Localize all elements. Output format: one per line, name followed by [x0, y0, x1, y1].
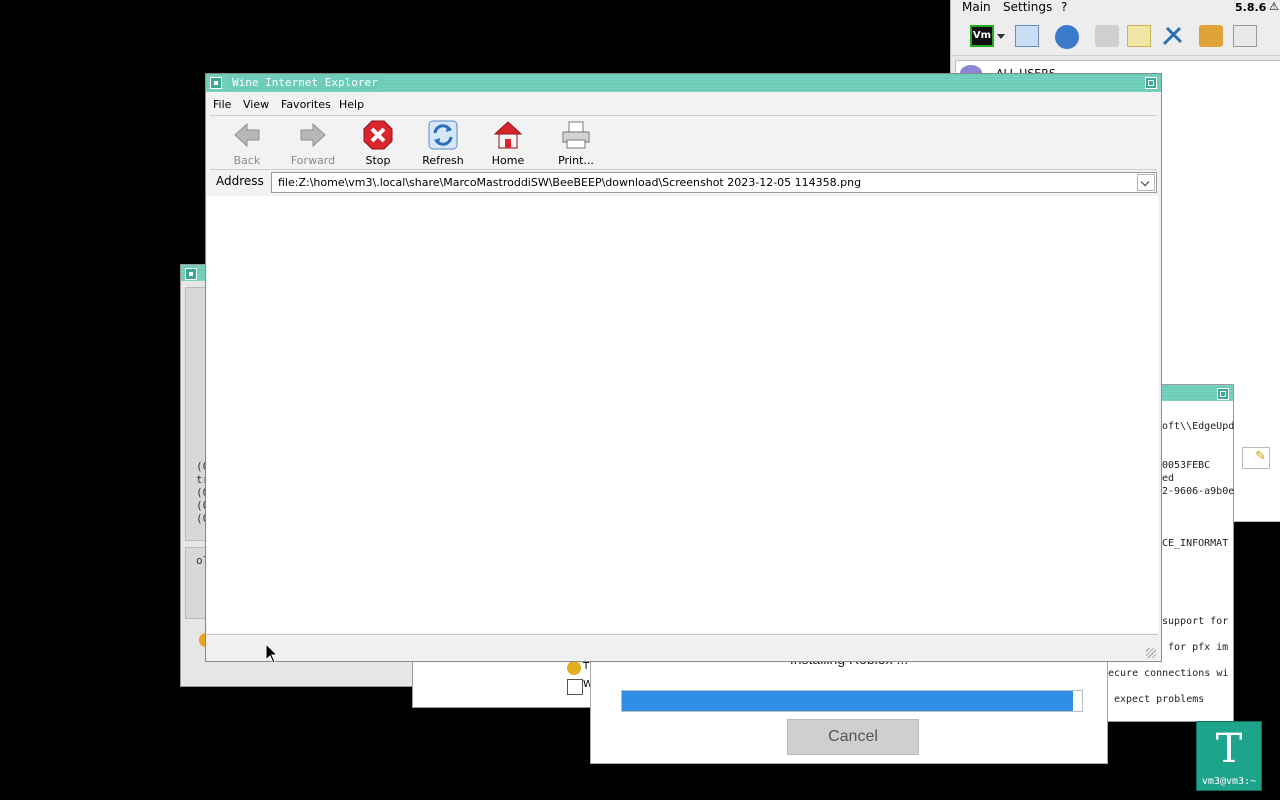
maximize-icon[interactable] [1217, 388, 1229, 400]
stop-icon [363, 120, 393, 150]
stop-label: Stop [365, 154, 391, 167]
home-label: Home [491, 154, 525, 167]
install-progress-fill [622, 691, 1073, 711]
forward-button[interactable]: Forward [283, 120, 343, 168]
menu-favorites[interactable]: Favorites [281, 98, 331, 111]
resize-grip-icon[interactable] [1146, 648, 1156, 658]
terminal-icon-label: vm3@vm3:~ [1201, 776, 1257, 787]
vm-menubar: Main Settings ? 5.8.6 ⚠ [951, 0, 1280, 17]
stop-button[interactable]: Stop [348, 120, 408, 168]
install-progress-bar [621, 690, 1083, 712]
address-input[interactable]: file:Z:\home\vm3\.local\share\MarcoMastr… [271, 172, 1157, 193]
terminal-desktop-icon[interactable]: T vm3@vm3:~ [1196, 721, 1262, 791]
menu-help[interactable]: ? [1061, 0, 1067, 14]
address-dropdown-button[interactable] [1137, 174, 1155, 191]
back-button[interactable]: Back [217, 120, 277, 168]
window-title: Wine Internet Explorer [228, 76, 382, 89]
background-window-small: T W [412, 656, 596, 708]
printer-icon [562, 121, 590, 149]
vm-logo-icon[interactable]: Vm [970, 25, 994, 47]
terminal-glyph-icon: T [1215, 726, 1243, 772]
forward-label: Forward [290, 154, 336, 167]
folder-icon[interactable] [1095, 25, 1119, 47]
small-list-item[interactable]: T [583, 661, 589, 672]
internet-explorer-window: Wine Internet Explorer File View Favorit… [205, 73, 1162, 662]
menu-separator [210, 115, 1157, 116]
wine-icon [567, 661, 581, 675]
window-menu-icon[interactable] [210, 77, 222, 89]
toolbar-separator [210, 169, 1157, 170]
terminal-line: for pfx im [1168, 642, 1229, 653]
back-arrow-icon [234, 122, 260, 148]
refresh-label: Refresh [422, 154, 464, 167]
address-label: Address [216, 174, 264, 188]
print-button[interactable]: Print... [546, 120, 606, 168]
back-label: Back [233, 154, 261, 167]
forward-arrow-icon [300, 122, 326, 148]
menu-main[interactable]: Main [962, 0, 991, 14]
refresh-button[interactable]: Refresh [413, 120, 473, 168]
menu-help[interactable]: Help [339, 98, 364, 111]
vm-toolbar: Vm [951, 17, 1280, 56]
terminal-line: 2-9606-a9b0e [1162, 486, 1235, 497]
terminal-line: ecure connections wi [1108, 668, 1229, 679]
page-content-area[interactable] [207, 196, 1158, 633]
tools-icon[interactable] [1161, 25, 1185, 47]
note-icon[interactable] [1127, 25, 1151, 47]
maximize-icon[interactable] [1145, 77, 1157, 89]
edit-list-icon[interactable] [1015, 25, 1039, 47]
home-button[interactable]: Home [478, 120, 538, 168]
window-menu-icon[interactable] [185, 268, 197, 280]
home-icon [493, 121, 523, 149]
chevron-down-icon[interactable] [997, 34, 1005, 39]
status-bar [207, 634, 1158, 660]
mouse-cursor-icon [265, 643, 279, 664]
ie-menubar: File View Favorites Help [206, 96, 1161, 114]
menu-view[interactable]: View [243, 98, 269, 111]
print-label: Print... [558, 154, 594, 167]
refresh-icon [428, 120, 458, 150]
network-icon[interactable] [1055, 25, 1079, 49]
cancel-button[interactable]: Cancel [787, 719, 919, 755]
terminal-line: ed [1162, 473, 1175, 484]
menu-file[interactable]: File [213, 98, 231, 111]
terminal-line: CE_INFORMAT [1162, 538, 1229, 549]
document-icon [567, 679, 583, 695]
menu-settings[interactable]: Settings [1003, 0, 1052, 14]
broom-icon: ✎ [1255, 449, 1266, 464]
trash-icon[interactable] [1233, 25, 1257, 47]
terminal-line: expect problems [1114, 694, 1205, 705]
terminal-line: 0053FEBC [1162, 460, 1211, 471]
address-value: file:Z:\home\vm3\.local\share\MarcoMastr… [278, 176, 862, 189]
ie-titlebar[interactable]: Wine Internet Explorer [206, 74, 1161, 92]
version-label: 5.8.6 [1235, 1, 1267, 14]
terminal-line: oft\\EdgeUpd [1162, 421, 1235, 432]
package-icon[interactable] [1199, 25, 1223, 47]
warning-icon: ⚠ [1269, 0, 1279, 13]
terminal-line: support for [1162, 616, 1229, 627]
